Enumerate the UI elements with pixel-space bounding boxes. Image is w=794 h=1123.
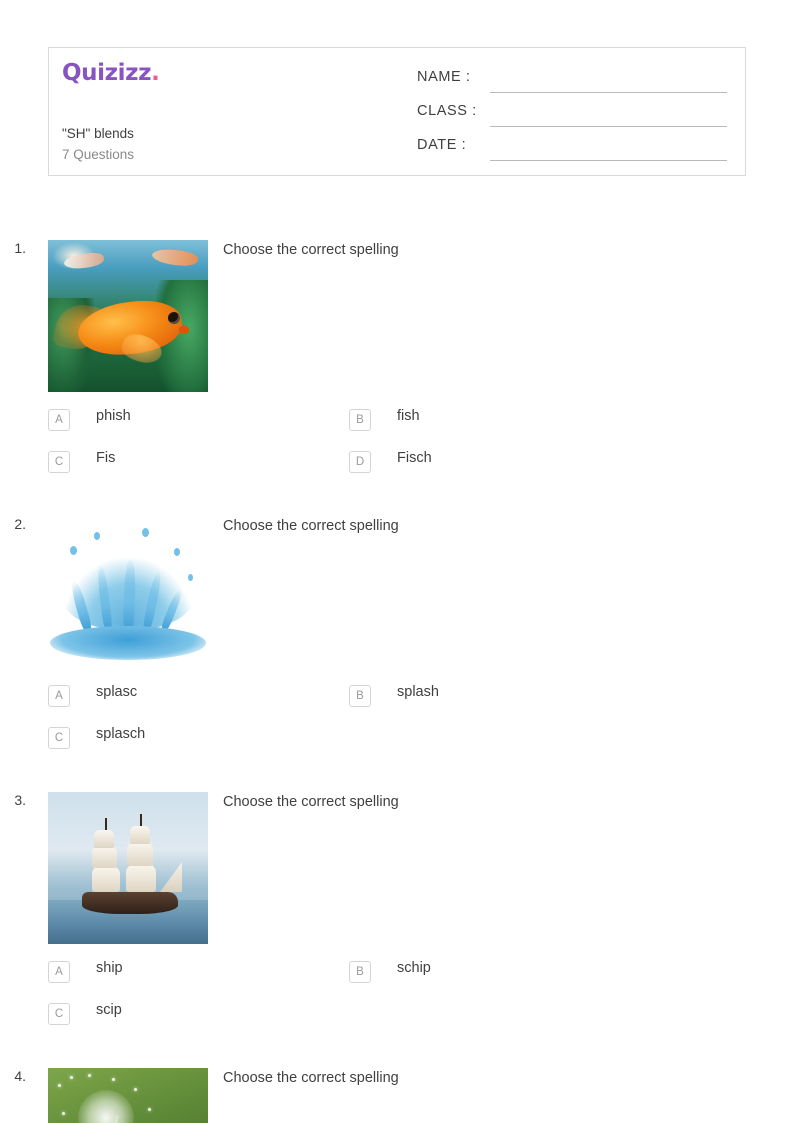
questions-list: 1. Choose the correct spelling A phish B… bbox=[0, 228, 794, 1123]
option-row: A splasc B splash bbox=[48, 680, 746, 722]
option-letter: B bbox=[349, 409, 371, 431]
question-image-goldfish bbox=[48, 240, 208, 392]
class-label: CLASS : bbox=[417, 103, 477, 119]
question-image-splash bbox=[48, 516, 208, 668]
quiz-question-count: 7 Questions bbox=[62, 147, 135, 162]
question-prompt: Choose the correct spelling bbox=[223, 242, 399, 258]
option-text: fish bbox=[397, 408, 420, 424]
question-image-dandelion bbox=[48, 1068, 208, 1123]
question-prompt: Choose the correct spelling bbox=[223, 794, 399, 810]
question-number: 2. bbox=[14, 516, 26, 532]
option-row: C scip bbox=[48, 998, 746, 1040]
option-letter: B bbox=[349, 685, 371, 707]
worksheet-page: Quizizz. "SH" blends 7 Questions NAME : … bbox=[0, 0, 794, 1123]
option-letter: C bbox=[48, 451, 70, 473]
name-field-row: NAME : bbox=[417, 69, 737, 95]
question-item: 1. Choose the correct spelling A phish B… bbox=[0, 228, 794, 488]
option-text: splasc bbox=[96, 684, 138, 700]
option-letter: A bbox=[48, 961, 70, 983]
option-row: C Fis D Fisch bbox=[48, 446, 746, 488]
options-group: A splasc B splash C splasch bbox=[48, 680, 746, 764]
worksheet-header: Quizizz. "SH" blends 7 Questions NAME : … bbox=[48, 47, 746, 176]
option-letter: C bbox=[48, 1003, 70, 1025]
option-text: splash bbox=[397, 684, 439, 700]
question-number: 3. bbox=[14, 792, 26, 808]
date-label: DATE : bbox=[417, 137, 467, 153]
brand-dot: . bbox=[151, 60, 160, 86]
question-body: 4. Choose the correct spelling bbox=[14, 1056, 746, 1123]
option-text: ship bbox=[96, 960, 123, 976]
date-field-row: DATE : bbox=[417, 137, 737, 163]
brand-name: Quizizz bbox=[62, 60, 152, 86]
name-label: NAME : bbox=[417, 69, 471, 85]
option-text: splasch bbox=[96, 726, 146, 742]
option-letter: A bbox=[48, 685, 70, 707]
option-letter: C bbox=[48, 727, 70, 749]
option-text: Fisch bbox=[397, 450, 432, 466]
option-letter: A bbox=[48, 409, 70, 431]
question-body: 1. Choose the correct spelling bbox=[14, 228, 746, 404]
question-item: 4. Choose the correct spelling bbox=[0, 1056, 794, 1123]
option-text: Fis bbox=[96, 450, 116, 466]
options-group: A phish B fish C Fis D Fisch bbox=[48, 404, 746, 488]
question-prompt: Choose the correct spelling bbox=[223, 518, 399, 534]
option-letter: D bbox=[349, 451, 371, 473]
options-group: A ship B schip C scip bbox=[48, 956, 746, 1040]
quiz-title: "SH" blends bbox=[62, 126, 134, 141]
question-body: 3. Choose the correct spelling bbox=[14, 780, 746, 956]
class-input-line[interactable] bbox=[490, 126, 727, 127]
option-text: phish bbox=[96, 408, 131, 424]
question-number: 1. bbox=[14, 240, 26, 256]
option-text: scip bbox=[96, 1002, 122, 1018]
quizizz-logo: Quizizz. bbox=[62, 60, 160, 86]
question-prompt: Choose the correct spelling bbox=[223, 1070, 399, 1086]
class-field-row: CLASS : bbox=[417, 103, 737, 129]
question-number: 4. bbox=[14, 1068, 26, 1084]
question-item: 3. Choose the correct spelling A ship B … bbox=[0, 780, 794, 1040]
date-input-line[interactable] bbox=[490, 160, 727, 161]
option-text: schip bbox=[397, 960, 431, 976]
option-row: A ship B schip bbox=[48, 956, 746, 998]
option-row: A phish B fish bbox=[48, 404, 746, 446]
option-row: C splasch bbox=[48, 722, 746, 764]
question-item: 2. Choose the correct spelling A splasc … bbox=[0, 504, 794, 764]
option-letter: B bbox=[349, 961, 371, 983]
question-body: 2. Choose the correct spelling bbox=[14, 504, 746, 680]
name-input-line[interactable] bbox=[490, 92, 727, 93]
question-image-ship bbox=[48, 792, 208, 944]
